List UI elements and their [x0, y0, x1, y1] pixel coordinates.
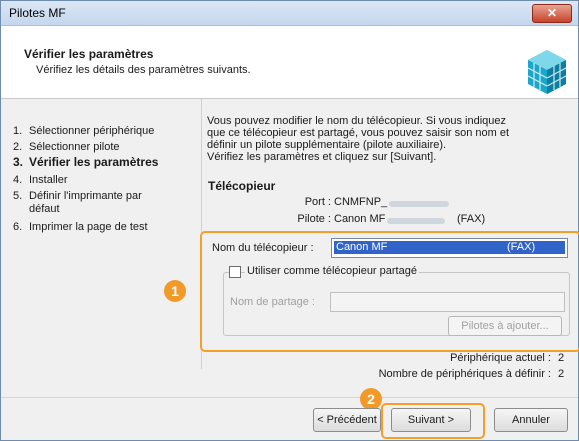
fax-name-suffix: (FAX) [507, 241, 565, 254]
step-number: 5. [13, 190, 23, 202]
callout-badge-2: 2 [360, 388, 382, 410]
share-checkbox[interactable] [229, 266, 241, 278]
driver-value: Canon MF [334, 213, 386, 225]
wizard-steps: 1. Sélectionner périphérique 2. Sélectionn… [1, 99, 202, 369]
step-item-current: 3. Vérifier les paramètres [13, 156, 179, 169]
step-number: 1. [13, 125, 23, 137]
cancel-button[interactable]: Annuler [494, 408, 568, 432]
current-device-label: Périphérique actuel : [450, 352, 551, 364]
intro-line: Vérifiez les paramètres et cliquez sur [… [207, 151, 437, 163]
wizard-header: Vérifier les paramètres Vérifiez les dét… [1, 26, 578, 99]
device-count-label: Nombre de périphériques à définir : [378, 368, 551, 380]
step-label: Sélectionner périphérique [29, 125, 155, 137]
port-label: Port : [304, 196, 331, 208]
intro-line: Vous pouvez modifier le nom du télécopie… [207, 115, 507, 127]
installer-window: Pilotes MF ✕ Vérifier les paramètres Vér… [0, 0, 579, 441]
title-bar: Pilotes MF ✕ [1, 1, 578, 26]
fax-section-title: Télécopieur [208, 179, 276, 193]
redacted-model [387, 218, 445, 224]
close-button[interactable]: ✕ [532, 4, 572, 23]
step-item: 2. Sélectionner pilote [13, 141, 179, 154]
device-count-value: 2 [558, 368, 565, 380]
back-button[interactable]: < Précédent [313, 408, 381, 432]
footer-divider [1, 397, 578, 398]
redacted-port [389, 201, 449, 207]
driver-label: Pilote : [297, 213, 331, 225]
driver-suffix: (FAX) [457, 213, 486, 225]
current-device-value: 2 [558, 352, 565, 364]
port-value: CNMFNP_ [334, 196, 388, 208]
step-label: Installer [29, 174, 68, 186]
step-item: 4. Installer [13, 174, 179, 187]
step-label: Définir l'imprimante par défaut [29, 190, 142, 215]
callout-badge-1: 1 [164, 280, 186, 302]
window-title: Pilotes MF [9, 6, 66, 20]
intro-line: que ce télécopieur est partagé, vous pou… [207, 127, 510, 139]
intro-text: Vous pouvez modifier le nom du télécopie… [207, 115, 559, 163]
next-button[interactable]: Suivant > [391, 408, 471, 432]
installer-cube-icon [527, 50, 567, 94]
step-number: 6. [13, 221, 23, 233]
intro-line: définir un pilote supplémentaire (pilote… [207, 139, 447, 151]
step-label: Vérifier les paramètres [29, 155, 159, 169]
share-checkbox-label: Utiliser comme télécopieur partagé [245, 265, 419, 277]
add-drivers-button[interactable]: Pilotes à ajouter... [448, 316, 562, 336]
share-name-input[interactable] [330, 292, 565, 312]
step-item: 1. Sélectionner périphérique [13, 125, 179, 138]
fax-name-label: Nom du télécopieur : [212, 242, 314, 254]
step-item: 6. Imprimer la page de test [13, 221, 179, 234]
step-number: 4. [13, 174, 23, 186]
step-item: 5. Définir l'imprimante par défaut [13, 190, 159, 216]
page-subtitle: Vérifiez les détails des paramètres suiv… [36, 64, 251, 76]
step-label: Sélectionner pilote [29, 141, 120, 153]
fax-name-value: Canon MF [334, 241, 507, 254]
fax-name-input[interactable]: Canon MF (FAX) [331, 238, 568, 258]
page-title: Vérifier les paramètres [24, 47, 154, 61]
share-name-label: Nom de partage : [230, 296, 315, 308]
step-number: 3. [13, 155, 24, 169]
step-number: 2. [13, 141, 23, 153]
step-label: Imprimer la page de test [29, 221, 148, 233]
